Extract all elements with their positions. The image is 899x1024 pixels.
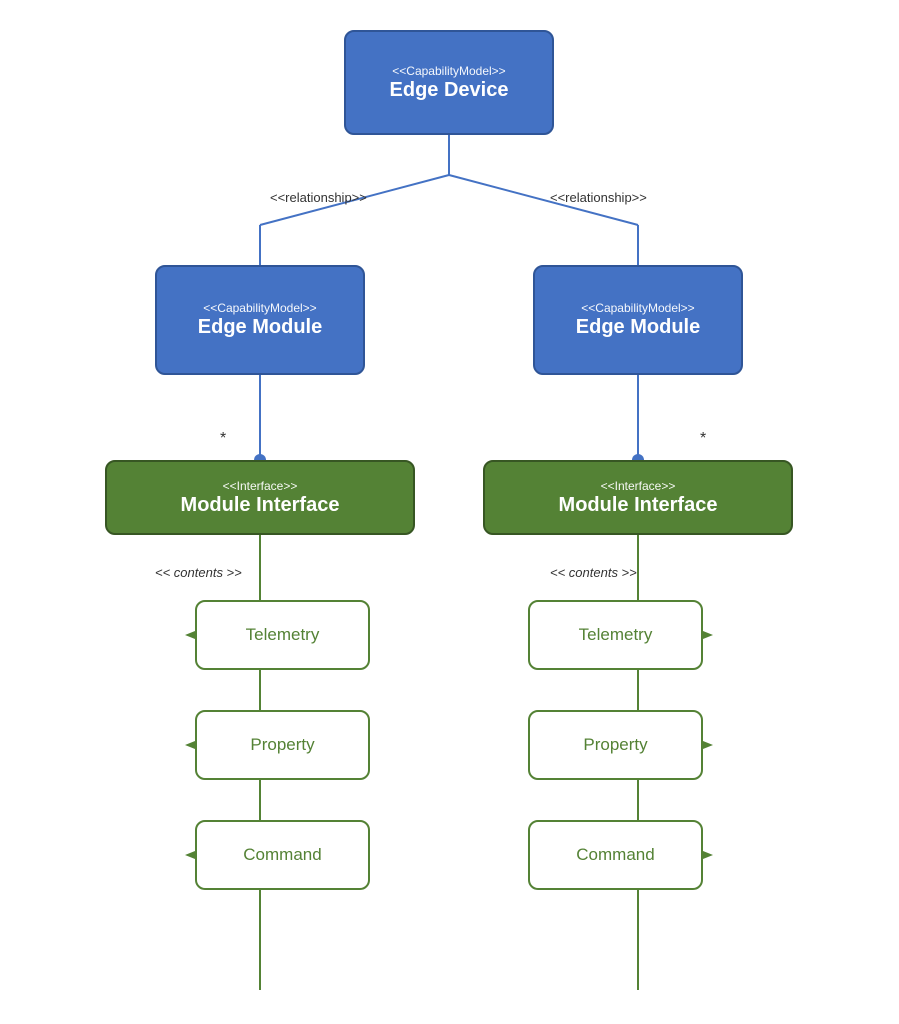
edge-device-node: <<CapabilityModel>> Edge Device [344, 30, 554, 135]
command-right-node: Command [528, 820, 703, 890]
module-interface-right-title: Module Interface [559, 493, 718, 517]
telemetry-right-node: Telemetry [528, 600, 703, 670]
edge-module-left-stereotype: <<CapabilityModel>> [203, 301, 316, 315]
contents-label-right: << contents >> [550, 565, 637, 580]
relationship-label-left: <<relationship>> [270, 190, 367, 205]
property-left-node: Property [195, 710, 370, 780]
command-right-label: Command [576, 845, 654, 865]
command-left-label: Command [243, 845, 321, 865]
module-interface-left-stereotype: <<Interface>> [223, 479, 298, 493]
edge-device-stereotype: <<CapabilityModel>> [392, 64, 505, 78]
relationship-label-right: <<relationship>> [550, 190, 647, 205]
property-left-label: Property [250, 735, 314, 755]
module-interface-right-stereotype: <<Interface>> [601, 479, 676, 493]
edge-module-right-node: <<CapabilityModel>> Edge Module [533, 265, 743, 375]
module-interface-left-title: Module Interface [181, 493, 340, 517]
multiplicity-right: * [700, 430, 706, 448]
edge-module-right-title: Edge Module [576, 315, 700, 339]
telemetry-left-node: Telemetry [195, 600, 370, 670]
edge-module-right-stereotype: <<CapabilityModel>> [581, 301, 694, 315]
edge-device-title: Edge Device [390, 78, 509, 102]
diagram: <<CapabilityModel>> Edge Device <<relati… [0, 0, 899, 1024]
telemetry-right-label: Telemetry [579, 625, 653, 645]
property-right-node: Property [528, 710, 703, 780]
property-right-label: Property [583, 735, 647, 755]
command-left-node: Command [195, 820, 370, 890]
telemetry-left-label: Telemetry [246, 625, 320, 645]
module-interface-right-node: <<Interface>> Module Interface [483, 460, 793, 535]
module-interface-left-node: <<Interface>> Module Interface [105, 460, 415, 535]
multiplicity-left: * [220, 430, 226, 448]
edge-module-left-title: Edge Module [198, 315, 322, 339]
contents-label-left: << contents >> [155, 565, 242, 580]
edge-module-left-node: <<CapabilityModel>> Edge Module [155, 265, 365, 375]
